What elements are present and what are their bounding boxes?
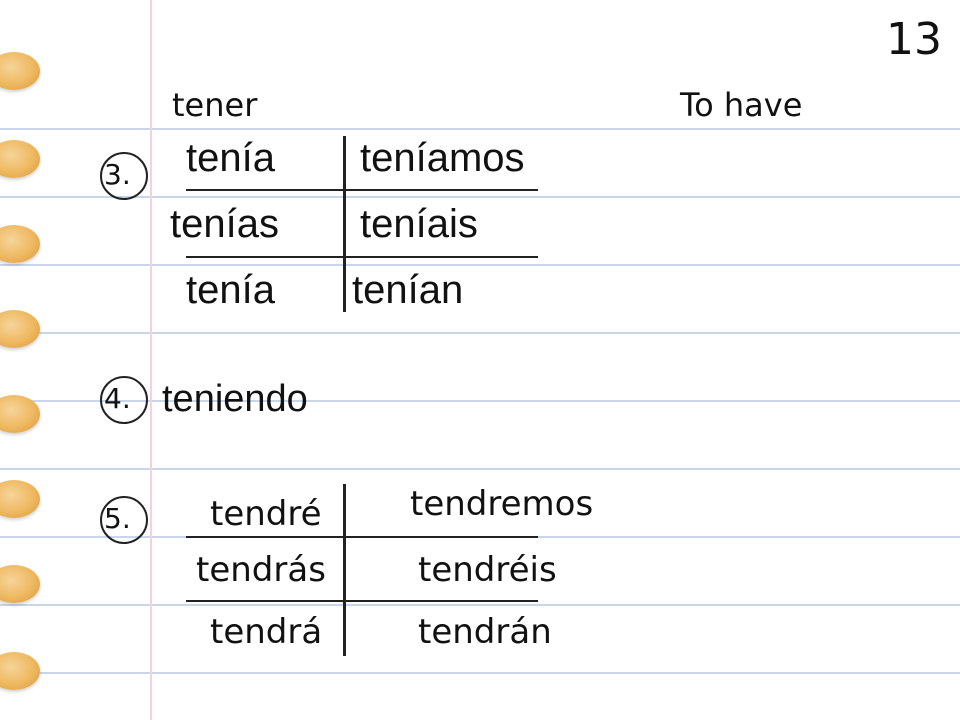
future-yo: tendré xyxy=(210,494,322,534)
ruled-line xyxy=(0,128,960,130)
future-tu: tendrás xyxy=(196,550,326,590)
binder-hole xyxy=(0,225,40,263)
imperfect-ellos: tenían xyxy=(352,268,464,312)
imperfect-tu: tenías xyxy=(170,202,279,246)
binder-hole xyxy=(0,565,40,603)
conjugation-rule xyxy=(186,536,538,538)
gerund-form: teniendo xyxy=(162,378,308,420)
binder-hole xyxy=(0,140,40,178)
ruled-line xyxy=(0,196,960,198)
binder-hole xyxy=(0,480,40,518)
notebook-page: 13 tener To have 3. tenía teníamos tenía… xyxy=(0,0,960,720)
conjugation-rule xyxy=(186,189,538,191)
ruled-line xyxy=(0,332,960,334)
future-vosotros: tendréis xyxy=(418,550,557,590)
verb-meaning: To have xyxy=(680,86,803,124)
conjugation-divider xyxy=(343,136,346,312)
future-nosotros: tendremos xyxy=(410,484,594,524)
verb-infinitive: tener xyxy=(172,86,258,124)
ruled-line xyxy=(0,672,960,674)
imperfect-nosotros: teníamos xyxy=(360,136,525,180)
binder-hole xyxy=(0,652,40,690)
conjugation-divider xyxy=(343,484,346,656)
slide-number: 13 xyxy=(886,14,942,65)
conjugation-rule xyxy=(186,600,538,602)
ruled-line xyxy=(0,468,960,470)
ruled-line xyxy=(0,604,960,606)
binder-hole xyxy=(0,52,40,90)
future-ellos: tendrán xyxy=(418,612,552,652)
section-number: 5. xyxy=(104,502,131,535)
section-number: 3. xyxy=(104,158,131,191)
section-number: 4. xyxy=(104,382,131,415)
imperfect-el: tenía xyxy=(186,268,275,312)
future-el: tendrá xyxy=(210,612,323,652)
imperfect-vosotros: teníais xyxy=(360,202,478,246)
ruled-line xyxy=(0,264,960,266)
binder-hole xyxy=(0,310,40,348)
conjugation-rule xyxy=(186,256,538,258)
margin-line xyxy=(150,0,152,720)
imperfect-yo: tenía xyxy=(186,136,275,180)
